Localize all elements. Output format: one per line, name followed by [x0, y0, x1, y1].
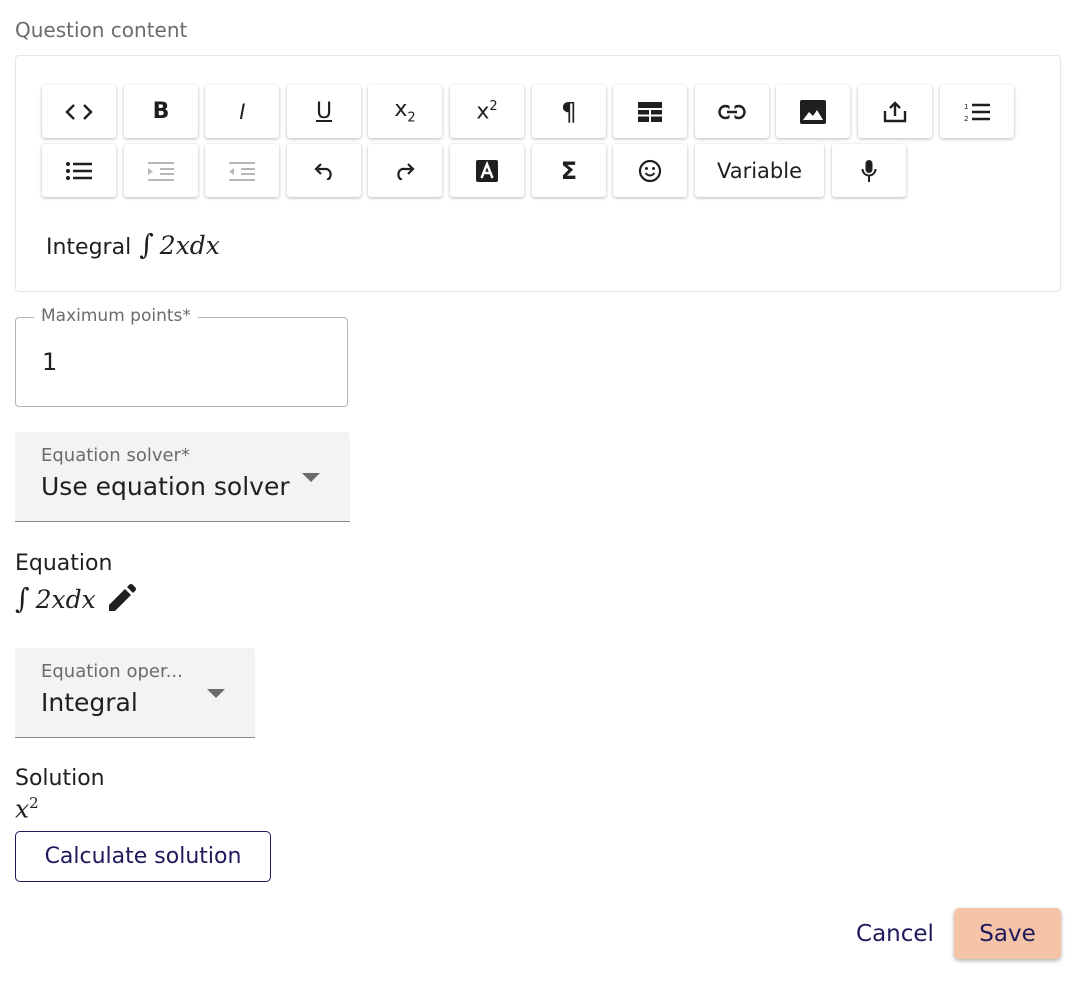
sigma-icon: Σ	[560, 156, 578, 185]
subscript-button[interactable]: x2	[368, 85, 442, 138]
svg-text:1: 1	[964, 103, 968, 111]
microphone-button[interactable]	[832, 144, 906, 197]
emoji-icon	[638, 159, 662, 182]
equation-solver-value: Use equation solver	[41, 472, 290, 501]
source-code-button[interactable]	[42, 85, 116, 138]
subscript-icon: x2	[394, 97, 416, 126]
solution-display: x2	[15, 794, 39, 824]
bulleted-list-icon	[66, 161, 92, 180]
equation-display: ∫ 2xdx	[15, 582, 96, 615]
superscript-button[interactable]: x2	[450, 85, 524, 138]
cancel-button[interactable]: Cancel	[845, 908, 945, 959]
editor-content-text: Integral	[46, 235, 132, 260]
upload-icon	[883, 100, 907, 122]
paragraph-button[interactable]: ¶	[532, 85, 606, 138]
bulleted-list-button[interactable]	[42, 144, 116, 197]
undo-button[interactable]	[287, 144, 361, 197]
microphone-icon	[861, 159, 877, 182]
equation-operation-label: Equation oper...	[41, 661, 183, 682]
link-button[interactable]	[695, 85, 769, 138]
numbered-list-button[interactable]: 12	[940, 85, 1014, 138]
variable-button[interactable]: Variable	[695, 144, 824, 197]
equation-button[interactable]: Σ	[532, 144, 606, 197]
chevron-down-icon	[302, 473, 320, 482]
equation-solver-label: Equation solver*	[41, 445, 190, 466]
text-color-icon	[476, 159, 498, 182]
text-color-button[interactable]	[450, 144, 524, 197]
rich-text-editor: B I U x2 x2 ¶ 12 Σ Variable Integral ∫ 2…	[15, 55, 1061, 292]
link-icon	[718, 103, 746, 120]
variable-button-label: Variable	[716, 158, 803, 183]
chevron-down-icon	[207, 689, 225, 698]
equation-operation-value: Integral	[41, 688, 138, 717]
image-button[interactable]	[776, 85, 850, 138]
upload-button[interactable]	[858, 85, 932, 138]
undo-icon	[314, 162, 332, 180]
indent-button[interactable]	[124, 144, 198, 197]
italic-button[interactable]: I	[205, 85, 279, 138]
calculate-solution-button[interactable]: Calculate solution	[15, 831, 271, 882]
save-button[interactable]: Save	[954, 908, 1061, 959]
bold-button[interactable]: B	[124, 85, 198, 138]
superscript-icon: x2	[476, 98, 498, 125]
pilcrow-icon: ¶	[561, 97, 577, 126]
svg-text:2: 2	[964, 115, 968, 122]
image-icon	[800, 99, 826, 124]
equation-label: Equation	[15, 551, 113, 576]
bold-icon: B	[152, 99, 170, 124]
underline-icon: U	[315, 99, 333, 124]
redo-button[interactable]	[368, 144, 442, 197]
pencil-icon[interactable]	[106, 583, 136, 614]
table-button[interactable]	[613, 85, 687, 138]
editor-content[interactable]: Integral ∫ 2xdx	[46, 228, 220, 261]
equation-solver-select[interactable]: Equation solver* Use equation solver	[15, 432, 350, 522]
underline-button[interactable]: U	[287, 85, 361, 138]
redo-icon	[397, 162, 415, 180]
maximum-points-value: 1	[42, 348, 58, 376]
numbered-list-icon: 12	[964, 103, 990, 122]
italic-icon: I	[238, 98, 246, 124]
equation-row: ∫ 2xdx	[15, 582, 136, 615]
outdent-icon	[229, 161, 255, 181]
equation-operation-select[interactable]: Equation oper... Integral	[15, 648, 255, 738]
solution-label: Solution	[15, 766, 105, 791]
editor-content-equation: ∫ 2xdx	[139, 228, 220, 261]
question-content-label: Question content	[15, 18, 188, 42]
maximum-points-label: Maximum points*	[34, 306, 198, 326]
emoji-button[interactable]	[613, 144, 687, 197]
table-icon	[638, 101, 662, 122]
indent-icon	[148, 161, 174, 181]
maximum-points-field[interactable]: Maximum points* 1	[15, 306, 348, 407]
outdent-button[interactable]	[205, 144, 279, 197]
code-icon	[65, 103, 93, 120]
